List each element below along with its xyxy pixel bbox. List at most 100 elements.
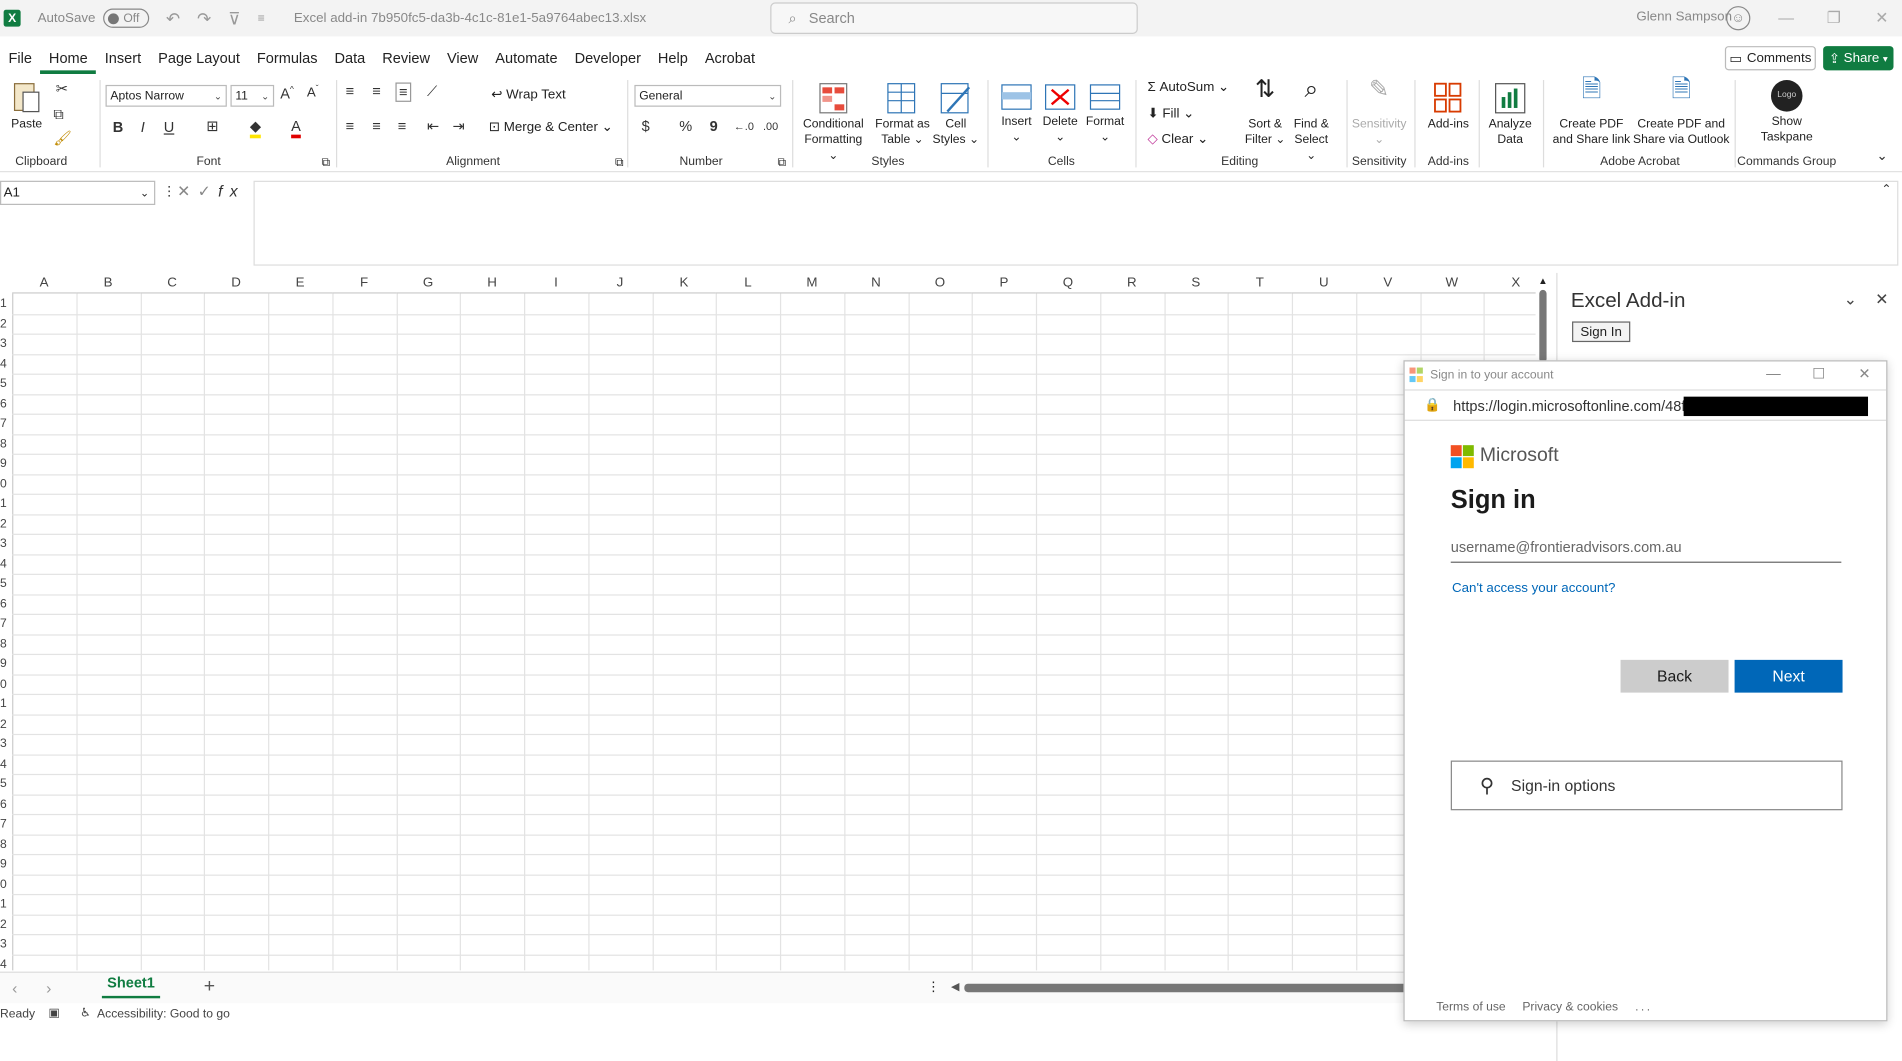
row-header[interactable]: 6 [0, 798, 7, 811]
conditional-formatting-button[interactable]: Conditional Formatting ⌄ [798, 82, 868, 163]
back-button[interactable]: Back [1620, 659, 1729, 693]
privacy-link[interactable]: Privacy & cookies [1522, 1001, 1618, 1014]
column-header[interactable]: P [971, 273, 1036, 294]
taskpane-sign-in-button[interactable]: Sign In [1572, 321, 1631, 343]
tab-page-layout[interactable]: Page Layout [150, 45, 249, 74]
column-header[interactable]: X [1483, 273, 1536, 294]
collapse-formula-bar-icon[interactable]: ⌃ [1881, 183, 1891, 196]
column-header[interactable]: O [907, 273, 972, 294]
format-painter-icon[interactable]: 🖌 [53, 130, 71, 147]
fill-button[interactable]: ⬇ Fill ⌄ [1147, 107, 1194, 123]
row-header[interactable]: 4 [0, 758, 7, 771]
font-name-select[interactable]: Aptos Narrow ⌄ [105, 84, 227, 107]
copy-icon[interactable]: ⧉ [53, 106, 63, 124]
row-header[interactable]: 1 [0, 898, 7, 911]
avatar[interactable]: ☺ [1726, 6, 1751, 31]
decrease-indent-icon[interactable]: ⇤ [427, 118, 439, 135]
column-header[interactable]: G [396, 273, 461, 294]
column-header[interactable]: H [460, 273, 525, 294]
font-color-icon[interactable]: A [291, 118, 301, 139]
email-field[interactable] [1450, 531, 1842, 563]
addins-button[interactable]: Add-ins [1424, 82, 1473, 132]
scroll-next-sheet-icon[interactable]: › [46, 979, 51, 997]
font-size-select[interactable]: 11 ⌄ [230, 84, 275, 107]
borders-icon[interactable]: ⊞ [206, 118, 218, 135]
more-options-icon[interactable]: ⋮ [927, 979, 940, 995]
align-bottom-icon[interactable]: ≡ [395, 82, 412, 102]
increase-decimal-icon[interactable]: ←.0 [734, 120, 754, 132]
number-dialog-launcher-icon[interactable]: ⧉ [778, 155, 787, 171]
tab-file[interactable]: File [0, 45, 40, 74]
column-header[interactable]: N [843, 273, 908, 294]
filter-icon[interactable]: ⊽ [228, 8, 240, 29]
column-header[interactable]: C [140, 273, 205, 294]
share-button[interactable]: ⇪ Share ▾ [1823, 46, 1894, 71]
tab-help[interactable]: Help [649, 45, 696, 74]
row-header[interactable]: 5 [0, 377, 7, 390]
chevron-down-icon[interactable]: ⌄ [1844, 290, 1857, 309]
row-header[interactable]: 7 [0, 617, 7, 630]
number-format-select[interactable]: General ⌄ [634, 84, 782, 107]
maximize-icon[interactable]: ☐ [1812, 365, 1825, 382]
fx-icon[interactable]: fx [218, 182, 245, 200]
tab-home[interactable]: Home [40, 45, 97, 74]
row-header[interactable]: 6 [0, 397, 7, 410]
add-sheet-icon[interactable]: + [204, 976, 215, 998]
cant-access-link[interactable]: Can't access your account? [1452, 581, 1616, 596]
row-header[interactable]: 5 [0, 778, 7, 791]
tab-data[interactable]: Data [326, 45, 374, 74]
row-header[interactable]: 3 [0, 738, 7, 751]
next-button[interactable]: Next [1734, 659, 1843, 693]
row-header[interactable]: 5 [0, 577, 7, 590]
column-header[interactable]: I [524, 273, 589, 294]
column-header[interactable]: A [12, 273, 77, 294]
row-header[interactable]: 4 [0, 958, 7, 971]
sign-in-options-button[interactable]: ⚲ Sign-in options [1450, 760, 1843, 811]
cancel-icon[interactable]: ✕ [177, 182, 198, 200]
increase-indent-icon[interactable]: ⇥ [452, 118, 464, 135]
more-options-link[interactable]: ... [1635, 1001, 1652, 1014]
column-header[interactable]: S [1163, 273, 1228, 294]
create-pdf-outlook-button[interactable]: 🗎 Create PDF and Share via Outlook [1633, 78, 1730, 148]
paste-button[interactable]: Paste [10, 80, 44, 132]
row-header[interactable]: 9 [0, 657, 7, 670]
column-header[interactable]: K [651, 273, 716, 294]
column-header[interactable]: E [268, 273, 333, 294]
row-header[interactable]: 6 [0, 597, 7, 610]
tab-acrobat[interactable]: Acrobat [696, 45, 763, 74]
wrap-text-button[interactable]: ↩ Wrap Text [491, 87, 565, 103]
undo-icon[interactable]: ↶ [166, 8, 180, 29]
delete-cells-button[interactable]: Delete ⌄ [1042, 82, 1078, 145]
align-middle-icon[interactable]: ≡ [372, 82, 381, 99]
column-header[interactable]: F [332, 273, 397, 294]
show-taskpane-button[interactable]: Logo Show Taskpane [1755, 80, 1818, 146]
column-header[interactable]: U [1291, 273, 1356, 294]
cell-styles-button[interactable]: Cell Styles ⌄ [932, 82, 981, 148]
row-header[interactable]: 1 [0, 497, 7, 510]
row-header[interactable]: 0 [0, 677, 7, 690]
row-header[interactable]: 2 [0, 517, 7, 530]
column-header[interactable]: M [779, 273, 844, 294]
formula-input[interactable] [253, 180, 1899, 266]
italic-icon[interactable]: I [141, 119, 145, 136]
minimize-icon[interactable]: — [1766, 365, 1781, 382]
close-icon[interactable]: ✕ [1875, 8, 1888, 27]
comments-button[interactable]: ▭ Comments [1724, 46, 1816, 71]
more-options-icon[interactable]: ⋮ [163, 183, 176, 199]
macro-record-icon[interactable]: ▣ [49, 1007, 60, 1020]
scroll-up-icon[interactable]: ▲ [1538, 275, 1548, 286]
format-cells-button[interactable]: Format ⌄ [1084, 82, 1125, 145]
row-header[interactable]: 0 [0, 477, 7, 490]
worksheet-grid[interactable]: ABCDEFGHIJKLMNOPQRSTUVWX 1 2 3 4 5 6 7 8 9 0 1 2 3 4 5 6… [0, 273, 1536, 971]
collapse-ribbon-icon[interactable]: ⌄ [1877, 148, 1888, 164]
row-header[interactable]: 8 [0, 437, 7, 450]
autosave-toggle[interactable]: Off [102, 8, 149, 28]
column-header[interactable]: B [76, 273, 141, 294]
row-header[interactable]: 3 [0, 337, 7, 350]
increase-font-icon[interactable]: A^ [280, 85, 294, 102]
font-dialog-launcher-icon[interactable]: ⧉ [321, 155, 330, 171]
column-header[interactable]: J [588, 273, 652, 294]
sort-filter-button[interactable]: ⇅ Sort & Filter ⌄ [1245, 78, 1286, 148]
restore-icon[interactable]: ❐ [1827, 8, 1841, 27]
accounting-icon[interactable]: $ [642, 118, 650, 135]
